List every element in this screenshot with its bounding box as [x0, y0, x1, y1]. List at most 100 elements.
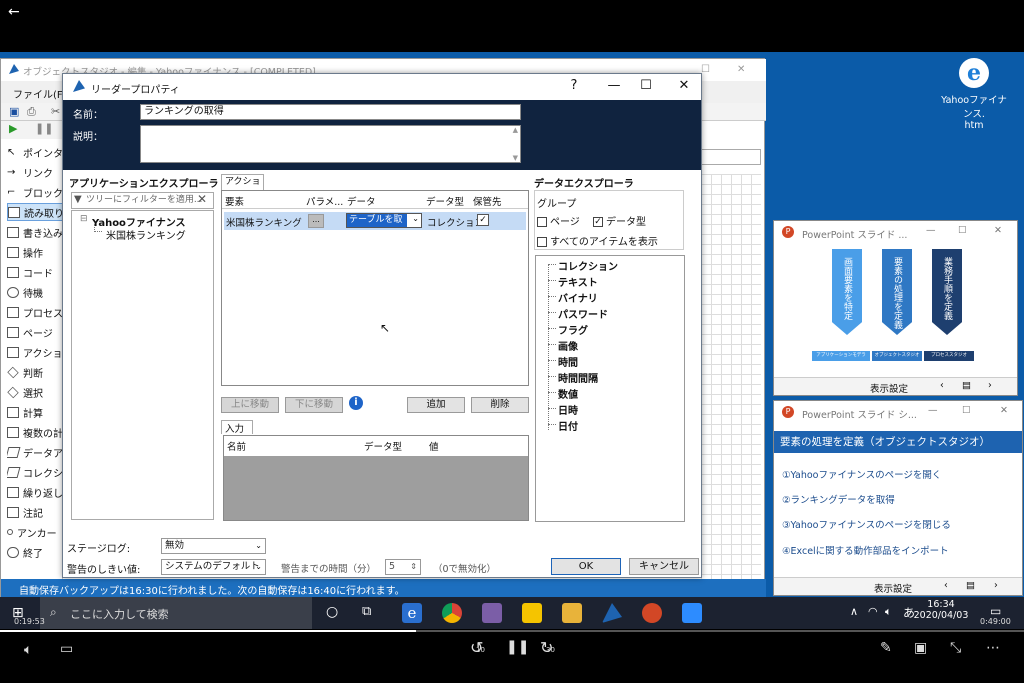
display-settings-button[interactable]: 表示設定 — [870, 381, 908, 395]
prev-slide-icon[interactable]: ‹ — [944, 580, 948, 591]
blueprism-taskbar-icon[interactable] — [602, 603, 622, 623]
notifications-icon[interactable]: ▭ — [990, 604, 1001, 618]
palette-item[interactable]: 複数の計 — [7, 423, 63, 441]
slides-icon[interactable]: ▤ — [962, 380, 971, 391]
show-all-checkbox[interactable]: すべてのアイテムを表示 — [537, 233, 658, 248]
datatype-node[interactable]: テキスト — [558, 274, 598, 289]
palette-item[interactable]: 判断 — [7, 363, 63, 381]
powerpoint-window-2[interactable]: P PowerPoint スライド シ... — ☐ ✕ 要素の処理を定義（オブ… — [773, 400, 1023, 596]
ppt-close-icon[interactable]: ✕ — [994, 225, 1002, 236]
sticky-notes-icon[interactable] — [522, 603, 542, 623]
info-icon[interactable]: i — [349, 396, 363, 410]
palette-item[interactable]: ↖ ポインタ — [7, 143, 63, 161]
stage-log-select[interactable]: 無効 ⌄ — [161, 538, 266, 554]
tray-chevron-icon[interactable]: ∧ — [850, 605, 858, 618]
run-icon[interactable]: ▶ — [9, 122, 17, 135]
chrome-icon[interactable] — [442, 603, 462, 623]
datatype-node[interactable]: 日付 — [558, 418, 578, 433]
save-icon[interactable]: ▣ — [9, 105, 19, 118]
bg-close-icon[interactable]: ✕ — [737, 64, 745, 75]
powerpoint-window-1[interactable]: P PowerPoint スライド ... — ☐ ✕ 画面要素を特定 要素の処… — [773, 220, 1018, 396]
tab-action[interactable]: アクション — [221, 174, 264, 202]
palette-item[interactable]: 繰り返し — [7, 483, 63, 501]
next-slide-icon[interactable]: › — [994, 580, 998, 591]
volume-icon[interactable]: 🔈︎ — [24, 642, 32, 658]
description-input[interactable]: ▲ ▼ — [140, 125, 521, 163]
desktop-shortcut[interactable]: e Yahooファイナンス. htm — [939, 58, 1009, 131]
bg-maximize-icon[interactable]: ☐ — [701, 64, 710, 75]
datatype-checkbox[interactable]: ✓ データ型 — [593, 213, 646, 228]
store-in-checkbox[interactable]: ✓ — [477, 214, 489, 226]
help-button[interactable]: ? — [563, 77, 585, 95]
palette-item[interactable]: 待機 — [7, 283, 63, 301]
print-icon[interactable]: ⎙ — [27, 105, 36, 119]
pause-icon[interactable]: ❚❚ — [35, 122, 53, 135]
palette-item[interactable]: → リンク — [7, 163, 63, 181]
datatype-node[interactable]: コレクション — [558, 258, 618, 273]
page-checkbox[interactable]: ページ — [537, 213, 580, 228]
cancel-button[interactable]: キャンセル — [629, 558, 699, 575]
datatype-node[interactable]: パスワード — [558, 306, 608, 321]
datatype-node[interactable]: バイナリ — [558, 290, 598, 305]
pip-icon[interactable]: ▣ — [914, 640, 927, 656]
collapse-icon[interactable]: ⊟ — [80, 214, 88, 224]
param-button[interactable]: ... — [308, 214, 324, 228]
task-view-icon[interactable]: ⧉ — [362, 604, 371, 619]
ppt-maximize-icon[interactable]: ☐ — [962, 405, 971, 416]
datatype-node[interactable]: 数値 — [558, 386, 578, 401]
next-slide-icon[interactable]: › — [988, 380, 992, 391]
add-button[interactable]: 追加 — [407, 397, 465, 413]
palette-item[interactable]: 書き込み — [7, 223, 63, 241]
tab-input[interactable]: 入力 — [221, 420, 253, 435]
datatype-node[interactable]: 時間 — [558, 354, 578, 369]
taskbar-search[interactable]: ⌕ ここに入力して検索 — [40, 597, 312, 629]
warning-threshold-select[interactable]: システムのデフォルト ⌄ — [161, 559, 266, 575]
close-button[interactable]: ✕ — [673, 77, 695, 95]
tree-filter-input[interactable]: ツリーにフィルターを適用... — [71, 192, 214, 209]
zoom-icon[interactable] — [682, 603, 702, 623]
canvas-dropdown[interactable] — [701, 149, 761, 165]
slides-icon[interactable]: ▤ — [966, 580, 975, 591]
name-input[interactable]: ランキングの取得 — [140, 104, 521, 120]
network-icon[interactable]: ◠ — [868, 605, 878, 618]
palette-item[interactable]: ⌐ ブロック — [7, 183, 63, 201]
back-arrow-icon[interactable]: ← — [8, 4, 20, 20]
diagram-canvas[interactable] — [701, 174, 761, 599]
clear-filter-icon[interactable]: ✕ — [197, 192, 207, 206]
datatype-node[interactable]: 日時 — [558, 402, 578, 417]
palette-item[interactable]: 計算 — [7, 403, 63, 421]
palette-item[interactable]: アクション — [7, 343, 63, 361]
palette-item[interactable]: 選択 — [7, 383, 63, 401]
captions-icon[interactable]: ▭ — [60, 641, 73, 657]
minimize-button[interactable]: — — [603, 77, 625, 95]
palette-item[interactable]: コレクシ — [7, 463, 63, 481]
ppt-close-icon[interactable]: ✕ — [1000, 405, 1008, 416]
ppt-minimize-icon[interactable]: — — [928, 405, 938, 416]
ok-button[interactable]: OK — [551, 558, 621, 575]
palette-item[interactable]: ページ — [7, 323, 63, 341]
maximize-button[interactable]: ☐ — [635, 77, 657, 95]
file-explorer-icon[interactable] — [562, 603, 582, 623]
tree-child[interactable]: 米国株ランキング — [106, 227, 186, 242]
powerpoint-taskbar-icon[interactable] — [642, 603, 662, 623]
ppt-maximize-icon[interactable]: ☐ — [958, 225, 967, 236]
cut-icon[interactable]: ✂ — [51, 105, 60, 118]
warning-time-stepper[interactable]: 5 ⇕ — [385, 559, 421, 575]
cortana-icon[interactable]: ○ — [326, 604, 338, 620]
ppt-minimize-icon[interactable]: — — [926, 225, 936, 236]
palette-item[interactable]: コード — [7, 263, 63, 281]
palette-item[interactable]: 操作 — [7, 243, 63, 261]
more-icon[interactable]: ⋯ — [986, 640, 1000, 656]
move-up-button[interactable]: 上に移動 — [221, 397, 279, 413]
menu-file[interactable]: ファイル(F) — [13, 86, 67, 101]
palette-item[interactable]: 終了 — [7, 543, 63, 561]
datatype-node[interactable]: フラグ — [558, 322, 588, 337]
display-settings-button[interactable]: 表示設定 — [874, 581, 912, 595]
palette-item[interactable]: アンカー — [7, 523, 63, 541]
internet-explorer-icon[interactable]: e — [402, 603, 422, 623]
action-row[interactable]: 米国株ランキング ... テーブルを取 ⌄ コレクション ✓ — [224, 212, 526, 230]
scroll-down-icon[interactable]: ▼ — [513, 154, 518, 162]
palette-item[interactable]: 注記 — [7, 503, 63, 521]
prev-slide-icon[interactable]: ‹ — [940, 380, 944, 391]
pause-icon[interactable]: ❚❚ — [506, 639, 529, 655]
